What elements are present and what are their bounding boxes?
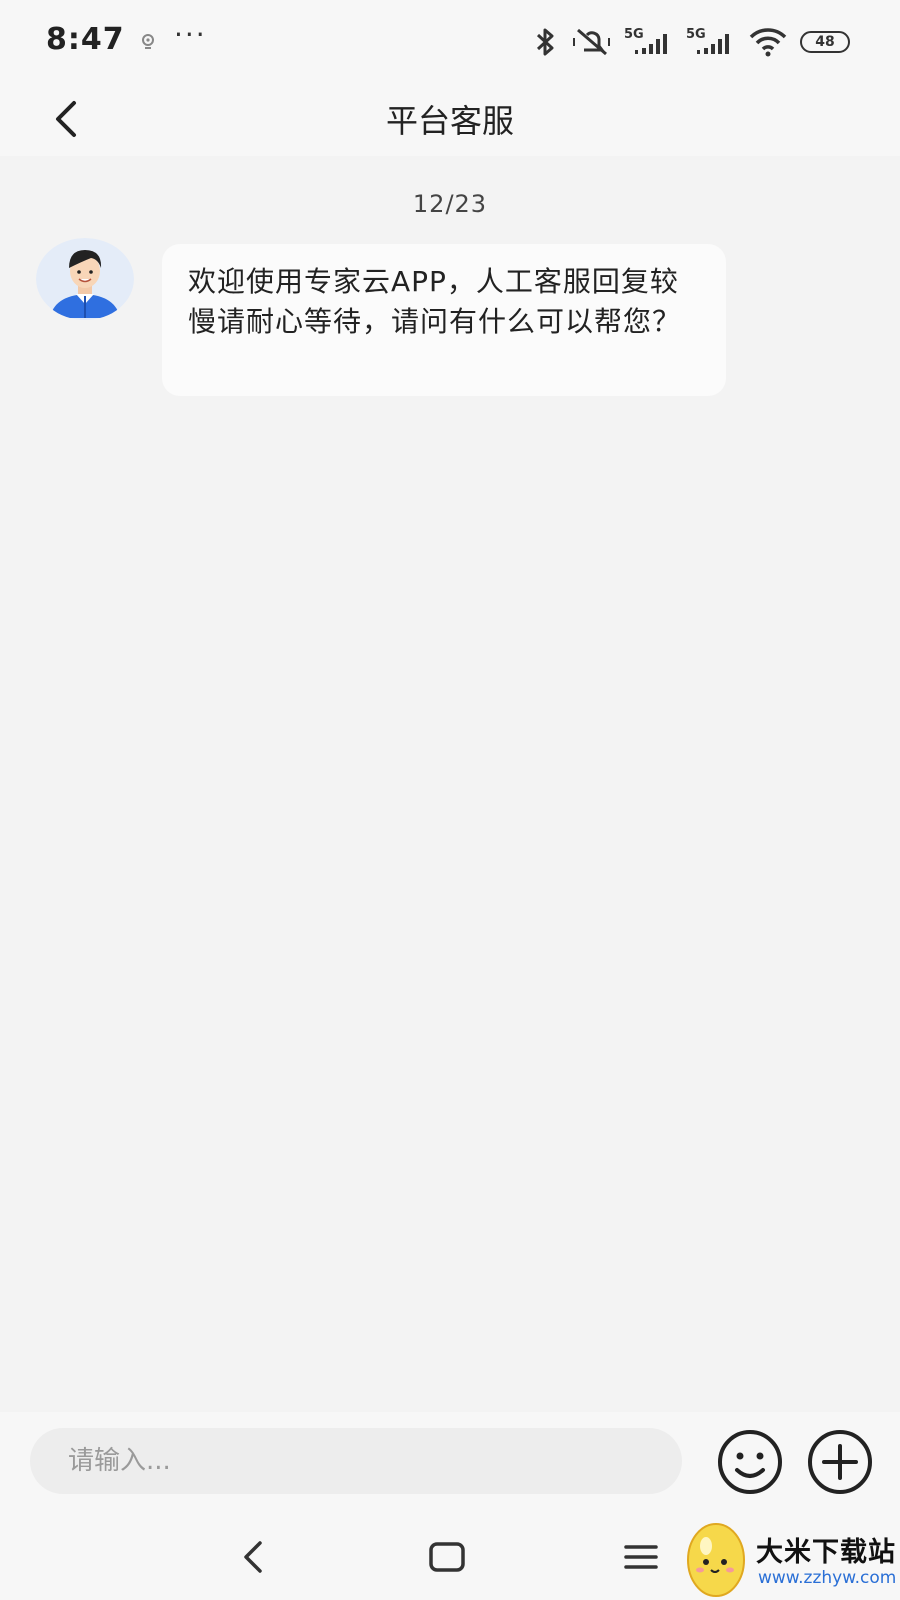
date-stamp: 12/23 xyxy=(412,190,488,218)
agent-avatar[interactable] xyxy=(36,238,134,320)
more-options-button[interactable] xyxy=(806,1428,874,1496)
signal-5g-label-1: 5G xyxy=(624,27,644,42)
watermark-url: www.zzhyw.com xyxy=(758,1568,897,1588)
status-time: 8:47 xyxy=(46,22,125,57)
emoji-button[interactable] xyxy=(716,1428,784,1496)
nav-home-icon xyxy=(429,1542,465,1572)
more-notifications-icon: ··· xyxy=(174,18,207,51)
status-icons: 5G 5G 48 xyxy=(532,22,850,62)
nav-back-icon xyxy=(244,1541,262,1573)
nav-back-button[interactable] xyxy=(228,1534,278,1580)
watermark: 大米下载站 www.zzhyw.com xyxy=(684,1512,900,1600)
agent-avatar-image xyxy=(36,238,134,320)
signal-icon-2: 5G xyxy=(686,27,729,54)
location-icon xyxy=(142,34,154,49)
nav-home-button[interactable] xyxy=(422,1534,472,1580)
nav-menu-icon xyxy=(624,1545,658,1569)
bluetooth-icon xyxy=(536,28,554,56)
message-input[interactable] xyxy=(30,1428,682,1494)
status-bar: 8:47 ··· 5G 5G 48 xyxy=(0,0,900,82)
egg-mascot-logo xyxy=(687,1523,745,1597)
smiley-icon xyxy=(718,1430,782,1494)
mute-icon xyxy=(573,28,610,56)
nav-menu-button[interactable] xyxy=(616,1534,666,1580)
battery-indicator: 48 xyxy=(800,31,850,53)
signal-icon: 5G xyxy=(624,27,667,54)
plus-circle-icon xyxy=(808,1430,872,1494)
message-bubble[interactable]: 欢迎使用专家云APP，人工客服回复较慢请耐心等待，请问有什么可以帮您？ xyxy=(162,244,726,396)
composer-bar xyxy=(0,1412,900,1512)
chat-area[interactable]: 12/23 欢迎使用专家云APP，人工客服回复较慢请耐心等待，请问有什么可以帮您… xyxy=(0,156,900,1412)
watermark-title: 大米下载站 xyxy=(756,1537,896,1568)
page-title: 平台客服 xyxy=(385,102,514,140)
signal-5g-label-2: 5G xyxy=(686,27,706,42)
wifi-icon xyxy=(749,28,787,57)
message-text: 欢迎使用专家云APP，人工客服回复较慢请耐心等待，请问有什么可以帮您？ xyxy=(188,265,682,338)
app-header: 平台客服 xyxy=(0,82,900,156)
